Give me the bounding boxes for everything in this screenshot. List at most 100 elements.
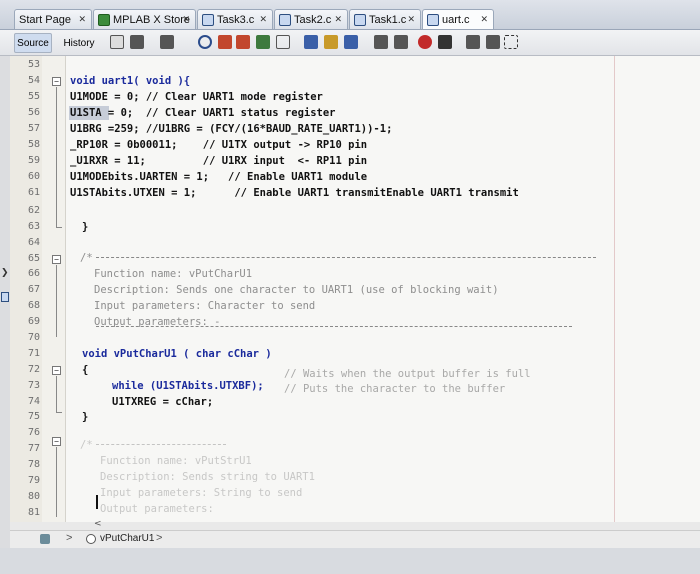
find-next-icon[interactable] [236,35,250,49]
fold-toggle-icon[interactable]: − [52,77,61,86]
history-view-button[interactable]: History [58,33,100,53]
line-number: 57 [27,123,40,134]
line-number: 59 [27,155,40,166]
tab-label: uart.c [442,13,470,26]
tab-task2[interactable]: Task2.c ✕ [274,9,348,29]
code-line-60: U1MODEbits.UARTEN = 1; // Enable UART1 m… [70,171,368,183]
shift-left-icon[interactable] [374,35,388,49]
horizontal-scrollbar[interactable]: < [10,519,700,530]
c-file-icon [354,13,366,26]
fold-guide-end [56,412,62,413]
editor-tab-bar: Start Page ✕ MPLAB X Store ✕ Task3.c ✕ T… [0,0,700,30]
tab-label: Task3.c [217,13,255,26]
fold-guide [56,87,57,227]
editor-toolbar: Source History [0,30,700,56]
toggle-highlight-icon[interactable] [256,35,270,49]
line-number: 68 [27,300,40,311]
breadcrumb-function[interactable]: vPutCharU1 [100,533,154,544]
tab-start-page[interactable]: Start Page ✕ [14,9,92,29]
code-line-57: U1BRG =259; //U1BRG = (FCY/(16*BAUD_RATE… [70,123,393,135]
tab-mplab-x-store[interactable]: MPLAB X Store ✕ [93,9,196,29]
code-line-74-code: U1TXREG = cChar; [112,396,214,408]
scroll-left-icon[interactable]: < [94,519,102,529]
line-number: 64 [27,237,40,248]
fold-guide [56,447,57,517]
tab-task1[interactable]: Task1.c ✕ [349,9,421,29]
close-icon[interactable]: ✕ [407,14,415,25]
code-line-75: } [82,411,89,423]
shift-right-icon[interactable] [394,35,408,49]
code-line-78: Function name: vPutStrU1 [100,455,252,467]
tab-label: Task1.c [369,13,407,26]
code-line-56: U1STA = 0; // Clear UART1 status registe… [70,107,336,119]
line-number: 78 [27,459,40,470]
line-number: 77 [27,443,40,454]
file-node-icon[interactable] [40,534,50,544]
left-panel-edge: ❯ [0,56,10,556]
forward-icon[interactable] [160,35,174,49]
function-icon [86,534,96,544]
line-number: 80 [27,491,40,502]
line-number: 53 [27,59,40,70]
line-number: 58 [27,139,40,150]
breadcrumb-separator-icon: > [156,532,163,544]
fold-guide [56,265,57,337]
close-icon[interactable]: ✕ [480,14,488,25]
back-icon[interactable] [130,35,144,49]
comment-divider [96,444,226,445]
text-caret [96,495,98,509]
code-line-54: void uart1( void ){ [70,75,191,87]
breadcrumb-separator-icon: > [66,532,73,544]
close-icon[interactable]: ✕ [259,14,267,25]
fold-column [42,56,66,524]
code-line-59: _U1RXR = 11; // U1RX input <- RP11 pin [70,155,368,167]
line-number: 79 [27,475,40,486]
code-line-81: Output parameters: [100,503,214,515]
code-line-79: Description: Sends string to UART1 [100,471,315,483]
tab-uart[interactable]: uart.c ✕ [422,9,494,29]
code-line-72: { [82,364,89,376]
start-macro-icon[interactable] [418,35,432,49]
line-number: 61 [27,187,40,198]
next-bookmark-icon[interactable] [324,35,338,49]
previous-bookmark-icon[interactable] [304,35,318,49]
code-line-68: Input parameters: Character to send [94,300,316,312]
line-number: 65 [27,253,40,264]
window-bottom-edge [0,548,700,574]
navigator-bar: > vPutCharU1 > [10,530,700,548]
fold-toggle-icon[interactable]: − [52,366,61,375]
last-edit-icon[interactable] [110,35,124,49]
line-number: 54 [27,75,40,86]
toggle-bookmark-icon[interactable] [344,35,358,49]
c-file-icon [202,13,214,26]
code-line-55: U1MODE = 0; // Clear UART1 mode register [70,91,323,103]
toggle-selection-icon[interactable] [276,35,290,49]
close-icon[interactable]: ✕ [182,14,190,25]
line-number: 56 [27,107,40,118]
stop-macro-icon[interactable] [438,35,452,49]
grid-icon[interactable] [504,35,518,49]
code-line-63: } [82,221,89,233]
collapsed-panel-icon[interactable] [1,292,9,302]
uncomment-icon[interactable] [486,35,500,49]
fold-toggle-icon[interactable]: − [52,255,61,264]
code-line-66: Function name: vPutCharU1 [94,268,253,280]
line-number: 76 [27,427,40,438]
find-previous-icon[interactable] [218,35,232,49]
line-number: 55 [27,91,40,102]
fold-toggle-icon[interactable]: − [52,437,61,446]
close-icon[interactable]: ✕ [334,14,342,25]
comment-open: /* [80,252,93,264]
expand-panel-arrow-icon[interactable]: ❯ [1,268,9,278]
source-view-button[interactable]: Source [14,33,52,53]
line-number: 70 [27,332,40,343]
line-number: 67 [27,284,40,295]
line-number: 63 [27,221,40,232]
code-line-73-code: while (U1STAbits.UTXBF); [112,380,264,392]
line-number: 62 [27,205,40,216]
c-file-icon [427,13,439,26]
tab-task3[interactable]: Task3.c ✕ [197,9,273,29]
find-icon[interactable] [198,35,212,49]
close-icon[interactable]: ✕ [78,14,86,25]
comment-icon[interactable] [466,35,480,49]
